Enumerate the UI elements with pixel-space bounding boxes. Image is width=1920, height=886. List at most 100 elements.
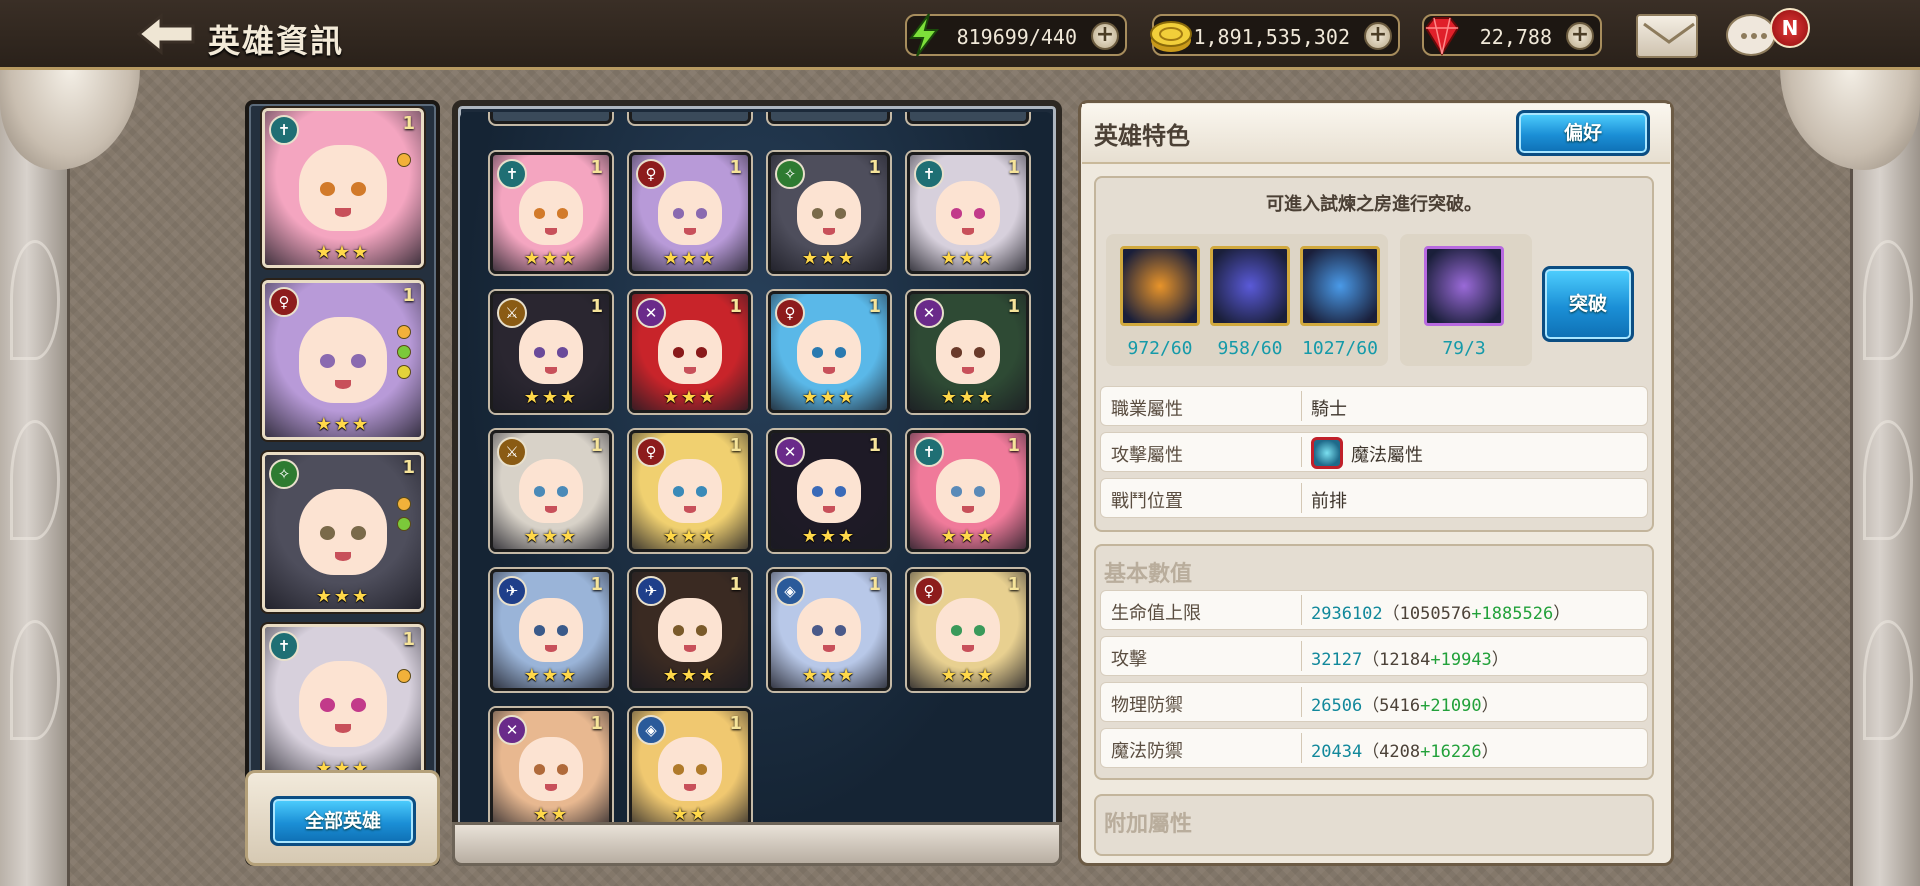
stat-label: 魔法防禦 bbox=[1111, 741, 1183, 762]
hero-card[interactable]: ✝ 1 ★★★ bbox=[262, 108, 424, 268]
attribute-row: 攻擊屬性 魔法屬性 bbox=[1100, 432, 1648, 472]
stat-total: 20434 bbox=[1311, 742, 1363, 762]
star-rating: ★★★ bbox=[940, 387, 996, 408]
stat-value: 32127（12184+19943） bbox=[1311, 645, 1509, 670]
add-energy-button[interactable]: + bbox=[1091, 22, 1119, 50]
hero-level: 1 bbox=[868, 157, 881, 178]
breakthrough-button[interactable]: 突破 bbox=[1542, 266, 1634, 342]
mail-button[interactable] bbox=[1636, 14, 1698, 58]
class-icon: ✝ bbox=[269, 115, 299, 145]
attribute-value: 騎士 bbox=[1311, 399, 1347, 420]
hero-card[interactable]: ✝ 1 ★★★ bbox=[907, 430, 1029, 552]
hero-level: 1 bbox=[402, 457, 415, 478]
hero-level: 1 bbox=[590, 296, 603, 317]
class-icon: ✝ bbox=[914, 437, 944, 467]
stat-close: ） bbox=[1491, 650, 1509, 670]
hero-level: 1 bbox=[590, 713, 603, 734]
ice-crystal-icon[interactable] bbox=[1300, 246, 1380, 326]
hero-card[interactable]: ✧ 1 ★★★ bbox=[768, 152, 890, 274]
hero-card[interactable]: ✈ 1 ★★★ bbox=[629, 569, 751, 691]
material-count: 972/60 bbox=[1127, 338, 1193, 359]
material-count: 1027/60 bbox=[1302, 338, 1378, 359]
star-rating: ★★★ bbox=[523, 387, 579, 408]
back-button[interactable] bbox=[135, 12, 197, 56]
hero-level: 1 bbox=[1007, 574, 1020, 595]
gem-counter: 22,788 + bbox=[1422, 14, 1602, 56]
skill-dots bbox=[397, 497, 413, 537]
all-heroes-button[interactable]: 全部英雄 bbox=[270, 796, 416, 846]
star-rating: ★★★ bbox=[662, 526, 718, 547]
attribute-value: 前排 bbox=[1311, 491, 1347, 512]
lightning-icon bbox=[909, 13, 940, 57]
hero-level: 1 bbox=[868, 574, 881, 595]
stat-base: （1050576 bbox=[1382, 604, 1472, 624]
stat-row: 攻擊 32127（12184+19943） bbox=[1100, 636, 1648, 676]
hero-card-partial[interactable] bbox=[907, 112, 1029, 124]
add-gold-button[interactable]: + bbox=[1364, 22, 1392, 50]
hero-card[interactable]: ✕ 1 ★★★ bbox=[629, 291, 751, 413]
hero-card[interactable]: ✝ 1 ★★★ bbox=[490, 152, 612, 274]
stat-row: 物理防禦 26506（5416+21090） bbox=[1100, 682, 1648, 722]
class-icon: ♀ bbox=[636, 437, 666, 467]
class-icon: ✕ bbox=[636, 298, 666, 328]
hero-card[interactable]: ✕ 1 ★★★ bbox=[907, 291, 1029, 413]
hero-card[interactable]: ✈ 1 ★★★ bbox=[490, 569, 612, 691]
extra-stats-title: 附加屬性 bbox=[1104, 812, 1193, 837]
star-rating: ★★★ bbox=[801, 387, 857, 408]
hero-card[interactable]: ♀ 1 ★★★ bbox=[262, 280, 424, 440]
energy-value: 819699/440 bbox=[956, 25, 1077, 49]
hero-card-partial[interactable] bbox=[490, 112, 612, 124]
class-icon: ✧ bbox=[775, 159, 805, 189]
stat-base: （12184 bbox=[1362, 650, 1431, 670]
material-count: 79/3 bbox=[1442, 338, 1486, 359]
add-gem-button[interactable]: + bbox=[1566, 22, 1594, 50]
class-icon: ✕ bbox=[497, 715, 527, 745]
attribute-label: 戰鬥位置 bbox=[1111, 491, 1183, 512]
hero-level: 1 bbox=[729, 296, 742, 317]
stat-value: 2936102（1050576+1885526） bbox=[1311, 599, 1570, 624]
stat-close: ） bbox=[1481, 742, 1499, 762]
hero-card[interactable]: ◈ 1 ★★ bbox=[629, 708, 751, 830]
hero-card[interactable]: ✕ 1 ★★★ bbox=[768, 430, 890, 552]
stat-bonus: +1885526 bbox=[1471, 604, 1554, 624]
hero-card[interactable]: ♀ 1 ★★★ bbox=[768, 291, 890, 413]
back-arrow-icon bbox=[136, 12, 195, 56]
hero-card[interactable]: ♀ 1 ★★★ bbox=[907, 569, 1029, 691]
flame-crystal-icon[interactable] bbox=[1120, 246, 1200, 326]
hero-card[interactable]: ◈ 1 ★★★ bbox=[768, 569, 890, 691]
hero-card[interactable]: ⚔ 1 ★★★ bbox=[490, 430, 612, 552]
class-icon: ✈ bbox=[636, 576, 666, 606]
preference-button[interactable]: 偏好 bbox=[1516, 110, 1650, 156]
page-title: 英雄資訊 bbox=[208, 22, 345, 60]
notification-badge: N bbox=[1770, 8, 1810, 48]
hero-card[interactable]: ✝ 1 ★★★ bbox=[907, 152, 1029, 274]
stat-row: 生命值上限 2936102（1050576+1885526） bbox=[1100, 590, 1648, 630]
class-icon: ✕ bbox=[775, 437, 805, 467]
chat-button[interactable] bbox=[1726, 14, 1776, 56]
violet-flower-icon[interactable] bbox=[1210, 246, 1290, 326]
star-gem-icon[interactable] bbox=[1424, 246, 1504, 326]
stat-total: 26506 bbox=[1311, 696, 1363, 716]
attribute-row: 戰鬥位置 前排 bbox=[1100, 478, 1648, 518]
class-icon: ♀ bbox=[636, 159, 666, 189]
class-icon: ✈ bbox=[497, 576, 527, 606]
hero-card-partial[interactable] bbox=[629, 112, 751, 124]
hero-card[interactable]: ♀ 1 ★★★ bbox=[629, 152, 751, 274]
hero-grid: ✝ 1 ★★★ ♀ 1 ★★★ ✧ 1 ★★★ ✝ 1 ★★★ ⚔ 1 ★★★ ✕ 1 ★★★ ♀ 1 ★★★ ✕ 1 ★★★… bbox=[460, 112, 1052, 832]
star-rating: ★★★ bbox=[662, 248, 718, 269]
attribute-label: 職業屬性 bbox=[1111, 399, 1183, 420]
hero-card[interactable]: ✕ 1 ★★ bbox=[490, 708, 612, 830]
hero-card[interactable]: ✧ 1 ★★★ bbox=[262, 452, 424, 612]
stat-total: 2936102 bbox=[1311, 604, 1383, 624]
hero-card[interactable]: ✝ 1 ★★★ bbox=[262, 624, 424, 784]
class-icon: ✧ bbox=[269, 459, 299, 489]
ruby-gem-icon bbox=[1424, 17, 1460, 56]
stat-row: 魔法防禦 20434（4208+16226） bbox=[1100, 728, 1648, 768]
hero-card[interactable]: ⚔ 1 ★★★ bbox=[490, 291, 612, 413]
grid-bottom-frame bbox=[452, 822, 1062, 866]
star-rating: ★★★ bbox=[315, 414, 371, 435]
star-rating: ★★★ bbox=[662, 387, 718, 408]
hero-card[interactable]: ♀ 1 ★★★ bbox=[629, 430, 751, 552]
hero-card-partial[interactable] bbox=[768, 112, 890, 124]
hero-level: 1 bbox=[402, 629, 415, 650]
